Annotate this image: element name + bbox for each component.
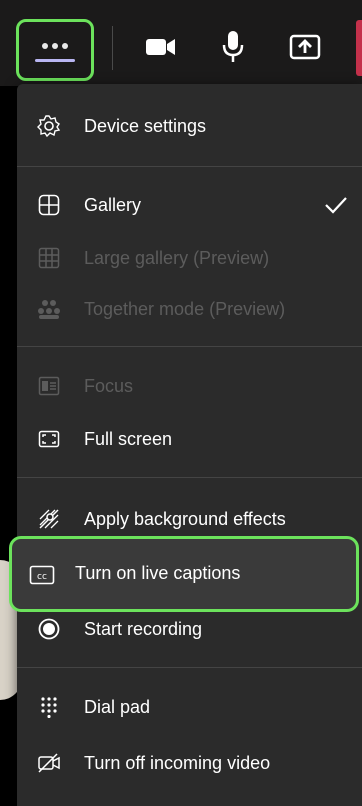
leave-button-edge[interactable]: [356, 20, 362, 76]
camera-button[interactable]: [140, 26, 182, 68]
share-screen-button[interactable]: [284, 26, 326, 68]
menu-item-label: Full screen: [84, 428, 173, 449]
menu-divider: [17, 477, 362, 478]
gallery-icon: [37, 193, 61, 217]
menu-item-full-screen[interactable]: Full screen: [17, 412, 362, 466]
menu-divider: [17, 346, 362, 347]
more-actions-button[interactable]: [16, 19, 94, 81]
menu-divider: [17, 166, 362, 167]
toolbar-divider: [112, 26, 113, 70]
video-off-icon: [37, 751, 61, 775]
microphone-button[interactable]: [212, 26, 254, 68]
menu-item-label: Focus: [84, 375, 134, 396]
menu-item-label: Turn off incoming video: [84, 752, 271, 773]
menu-item-together-mode: Together mode (Preview): [17, 282, 362, 336]
closed-captions-icon: cc: [29, 564, 55, 586]
menu-item-label: Start recording: [84, 618, 203, 639]
menu-divider: [17, 667, 362, 668]
more-actions-menu: Device settings Gallery Large gallery (P…: [17, 84, 362, 806]
menu-item-gallery[interactable]: Gallery: [17, 178, 362, 232]
active-indicator: [35, 58, 75, 62]
menu-item-device-settings[interactable]: Device settings: [17, 99, 362, 153]
menu-item-label: Turn on live captions: [75, 563, 241, 583]
menu-item-label: Gallery: [84, 194, 142, 215]
record-icon: [37, 617, 61, 641]
menu-item-focus: Focus: [17, 359, 362, 413]
menu-item-label: Device settings: [84, 115, 207, 136]
svg-text:cc: cc: [37, 572, 47, 582]
menu-item-label: Apply background effects: [84, 508, 286, 529]
gear-icon: [37, 114, 61, 138]
large-gallery-icon: [37, 246, 61, 270]
dial-pad-icon: [37, 695, 61, 719]
menu-item-dial-pad[interactable]: Dial pad: [17, 680, 362, 734]
menu-item-label: Together mode (Preview): [84, 298, 286, 319]
meeting-toolbar: [0, 0, 362, 86]
full-screen-icon: [37, 427, 61, 451]
teams-meeting-screen: Device settings Gallery Large gallery (P…: [0, 0, 362, 806]
menu-item-incoming-video[interactable]: Turn off incoming video: [17, 736, 362, 790]
camera-icon: [146, 39, 175, 55]
share-screen-icon: [289, 34, 321, 60]
together-mode-icon: [37, 297, 61, 321]
menu-item-label: Dial pad: [84, 696, 151, 717]
menu-item-live-captions[interactable]: cc Turn on live captions: [9, 536, 359, 612]
checkmark-icon: [325, 197, 347, 214]
microphone-icon: [222, 31, 244, 62]
focus-icon: [37, 374, 61, 398]
menu-item-label: Large gallery (Preview): [84, 247, 270, 268]
background-effects-icon: [37, 507, 61, 531]
more-icon: [42, 42, 68, 49]
menu-item-large-gallery: Large gallery (Preview): [17, 231, 362, 285]
